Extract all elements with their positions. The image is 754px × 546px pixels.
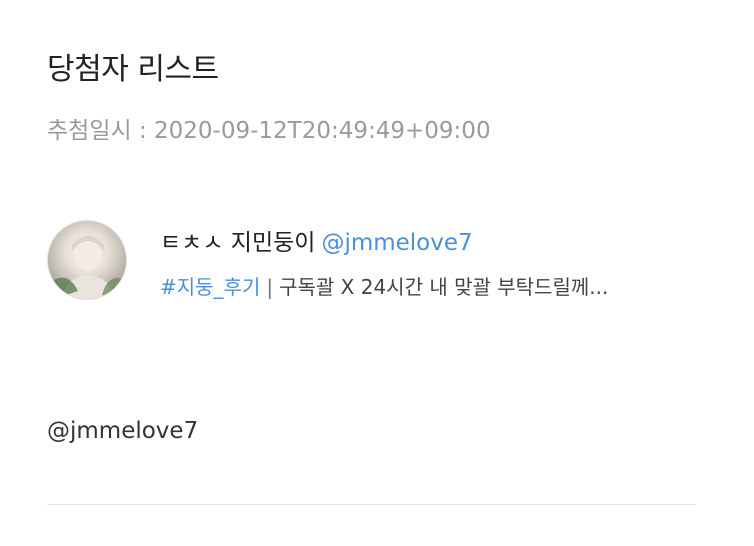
divider <box>47 504 696 505</box>
winner-card[interactable]: ㅌㅊㅅ 지민둥이 @jmmelove7 #지둥_후기 | 구독괄 X 24시간 내 맞… <box>47 220 707 310</box>
post-text: 구독괄 X 24시간 내 맞괄 부탁드릴께... <box>279 275 609 299</box>
winner-post-excerpt[interactable]: #지둥_후기 | 구독괄 X 24시간 내 맞괄 부탁드릴께... <box>160 272 690 302</box>
winner-handle-link[interactable]: @jmmelove7 <box>321 230 472 256</box>
draw-date: 추첨일시 : 2020-09-12T20:49:49+09:00 <box>47 118 491 144</box>
profile-photo-icon <box>48 236 126 299</box>
hashtag-link[interactable]: #지둥_후기 <box>160 275 260 299</box>
winner-name-line: ㅌㅊㅅ 지민둥이 @jmmelove7 <box>160 226 473 260</box>
winner-list-item[interactable]: @jmmelove7 <box>47 414 198 448</box>
separator: | <box>266 275 274 299</box>
winner-display-name: ㅌㅊㅅ 지민둥이 <box>160 230 316 256</box>
page-title: 당첨자 리스트 <box>47 52 219 87</box>
avatar[interactable] <box>47 220 127 300</box>
